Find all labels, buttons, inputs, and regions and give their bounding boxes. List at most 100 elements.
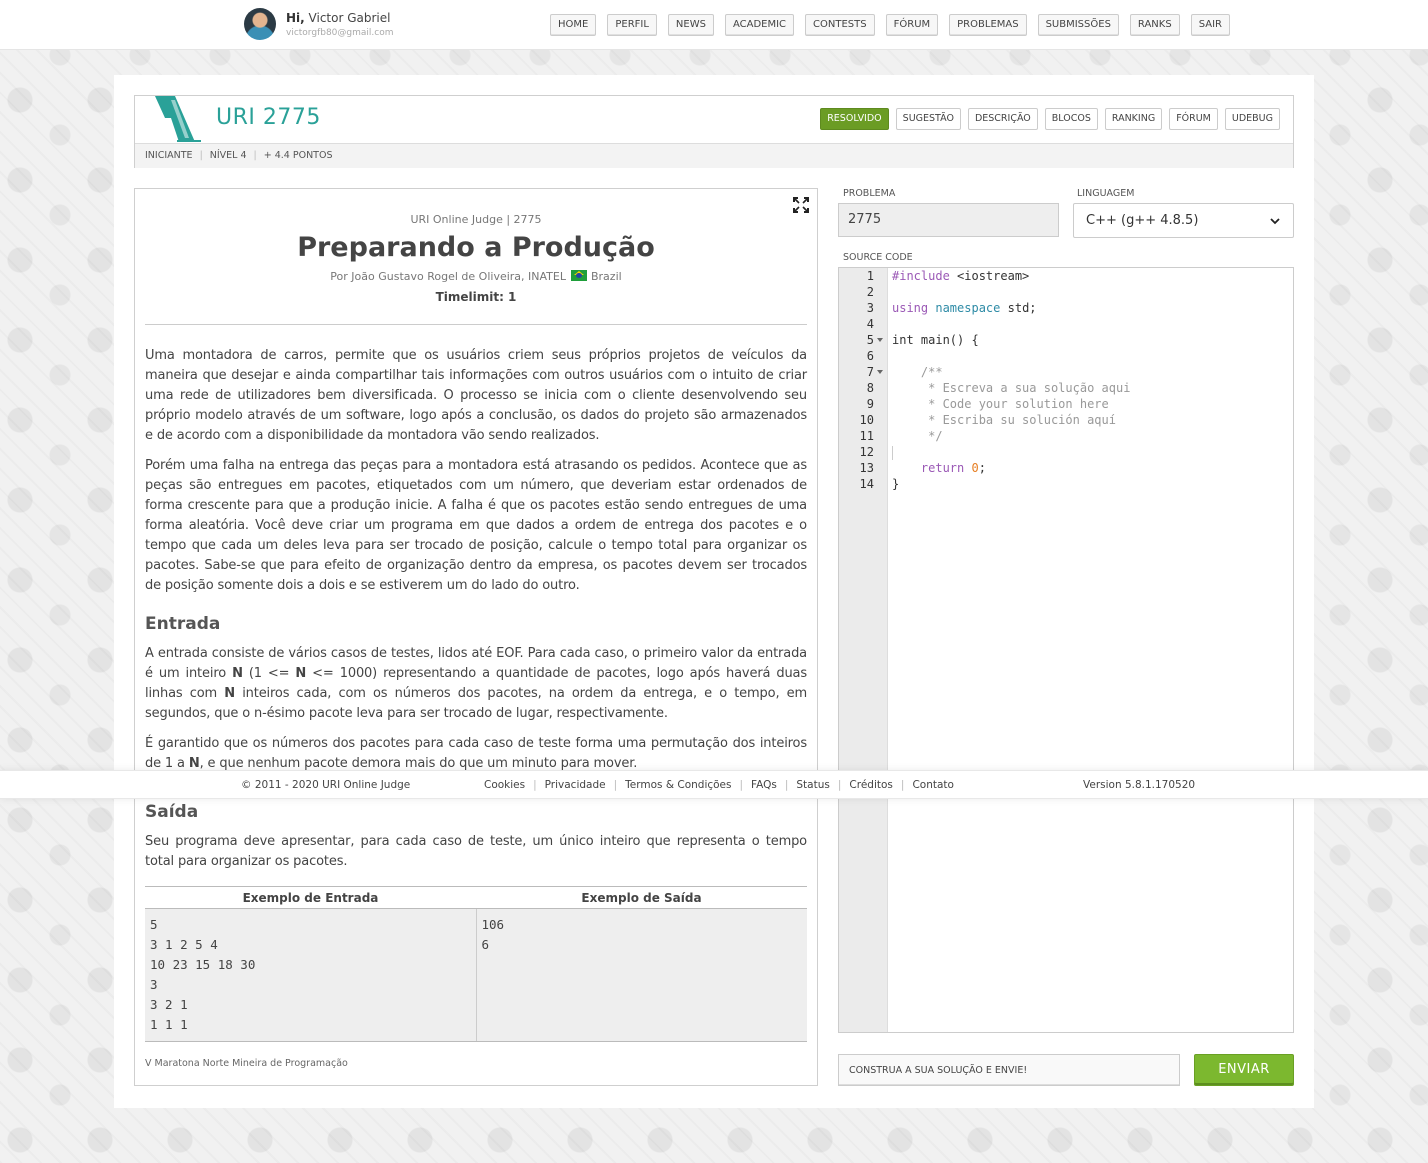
tab-resolvido[interactable]: RESOLVIDO bbox=[820, 108, 889, 130]
tab-blocos[interactable]: BLOCOS bbox=[1044, 108, 1098, 130]
input-heading: Entrada bbox=[145, 614, 221, 634]
nav-perfil[interactable]: PERFIL bbox=[607, 14, 657, 36]
tab-forum[interactable]: FÓRUM bbox=[1169, 108, 1218, 130]
statement-origin: URI Online Judge | 2775 bbox=[410, 213, 542, 226]
fold-arrow-icon[interactable] bbox=[877, 338, 883, 342]
code-line: */ bbox=[892, 429, 943, 443]
avatar[interactable] bbox=[244, 8, 276, 40]
language-value: C++ (g++ 4.8.5) bbox=[1086, 213, 1199, 228]
problem-field[interactable]: 2775 bbox=[838, 203, 1059, 237]
line-number-gutter: 1 2 3 4 5 6 7 8 9 10 11 12 13 14 bbox=[839, 268, 888, 1032]
description-paragraph-1: Uma montadora de carros, permite que os … bbox=[145, 348, 807, 443]
tab-ranking[interactable]: RANKING bbox=[1104, 108, 1163, 130]
copyright: © 2011 - 2020 URI Online Judge bbox=[241, 779, 411, 791]
footer-link-termos[interactable]: Termos & Condições bbox=[625, 771, 731, 800]
level-label: NÍVEL 4 bbox=[209, 150, 247, 161]
fold-arrow-icon[interactable] bbox=[877, 370, 883, 374]
nav-problemas[interactable]: PROBLEMAS bbox=[949, 14, 1027, 36]
tab-descricao[interactable]: DESCRIÇÃO bbox=[967, 108, 1038, 130]
description-paragraph-2: Porém uma falha na entrega das peças par… bbox=[145, 458, 807, 593]
footer-link-status[interactable]: Status bbox=[796, 771, 829, 800]
submit-hint: CONSTRUA A SUA SOLUÇÃO E ENVIE! bbox=[838, 1054, 1180, 1086]
nav-submissoes[interactable]: SUBMISSÕES bbox=[1037, 14, 1119, 36]
footer: © 2011 - 2020 URI Online Judge Cookies | … bbox=[0, 770, 1428, 799]
line-number: 3 bbox=[866, 301, 874, 315]
problem-title: URI 2775 bbox=[216, 105, 321, 130]
nav-ranks[interactable]: RANKS bbox=[1129, 14, 1180, 36]
code-line: } bbox=[892, 477, 900, 491]
statement-title: Preparando a Produção bbox=[297, 232, 655, 263]
line-number: 14 bbox=[859, 477, 874, 491]
line-number: 6 bbox=[866, 349, 874, 363]
footer-link-cookies[interactable]: Cookies bbox=[484, 771, 525, 800]
code-content[interactable]: #include <iostream> using namespace std;… bbox=[892, 268, 1293, 492]
nav-news[interactable]: NEWS bbox=[667, 14, 714, 36]
code-line: int main() { bbox=[892, 333, 979, 347]
code-line: #include <iostream> bbox=[892, 269, 1030, 283]
code-line: using namespace std; bbox=[892, 301, 1037, 315]
footer-link-faqs[interactable]: FAQs bbox=[751, 771, 777, 800]
input-paragraph-1: A entrada consiste de vários casos de te… bbox=[145, 646, 807, 721]
category-label: INICIANTE bbox=[145, 150, 193, 161]
language-select[interactable]: C++ (g++ 4.8.5) bbox=[1073, 203, 1294, 238]
tab-udebug[interactable]: UDEBUG bbox=[1224, 108, 1280, 130]
source-code-label: SOURCE CODE bbox=[843, 252, 913, 263]
code-line: * Escriba su solución aquí bbox=[892, 413, 1116, 427]
main-card: URI 2775 RESOLVIDO SUGESTÃO DESCRIÇÃO BL… bbox=[114, 75, 1314, 1108]
uri-logo-icon bbox=[155, 96, 201, 142]
footer-link-contato[interactable]: Contato bbox=[912, 771, 954, 800]
language-label: LINGUAGEM bbox=[1077, 188, 1135, 199]
line-number: 9 bbox=[866, 397, 874, 411]
version: Version 5.8.1.170520 bbox=[1083, 779, 1196, 791]
fullscreen-icon[interactable] bbox=[793, 197, 809, 213]
country-text: Brazil bbox=[590, 270, 622, 283]
nav-home[interactable]: HOME bbox=[550, 14, 597, 36]
tab-sugestao[interactable]: SUGESTÃO bbox=[895, 108, 961, 130]
line-number: 8 bbox=[866, 381, 874, 395]
top-bar: Hi, Victor Gabriel victorgfb80@gmail.com… bbox=[0, 0, 1428, 50]
footer-link-privacidade[interactable]: Privacidade bbox=[545, 771, 606, 800]
timelimit: Timelimit: 1 bbox=[435, 290, 517, 304]
code-line: * Code your solution here bbox=[892, 397, 1109, 411]
example-input-header: Exemplo de Entrada bbox=[145, 886, 476, 909]
user-name: Hi, Victor Gabriel bbox=[286, 11, 393, 25]
nav-academic[interactable]: ACADEMIC bbox=[724, 14, 795, 36]
footer-links: Cookies | Privacidade | Termos & Condições… bbox=[484, 771, 954, 800]
input-paragraph-2: É garantido que os números dos pacotes p… bbox=[145, 736, 807, 771]
code-line: return 0; bbox=[920, 461, 986, 475]
statement-author: Por João Gustavo Rogel de Oliveira, INAT… bbox=[145, 270, 807, 283]
brazil-flag-icon bbox=[571, 270, 588, 281]
nav-sair[interactable]: SAIR bbox=[1190, 14, 1230, 36]
line-number: 4 bbox=[866, 317, 874, 331]
problem-source: V Maratona Norte Mineira de Programação bbox=[145, 1058, 348, 1069]
problem-tabs: RESOLVIDO SUGESTÃO DESCRIÇÃO BLOCOS RANK… bbox=[813, 108, 1280, 130]
nav-contests[interactable]: CONTESTS bbox=[805, 14, 875, 36]
main-nav: HOME PERFIL NEWS ACADEMIC CONTESTS FÓRUM… bbox=[550, 14, 1241, 36]
line-number: 1 bbox=[866, 269, 874, 283]
send-button[interactable]: ENVIAR bbox=[1194, 1054, 1294, 1086]
line-number: 10 bbox=[859, 413, 874, 427]
example-output-header: Exemplo de Saída bbox=[476, 886, 807, 909]
line-number: 11 bbox=[859, 429, 874, 443]
line-number-foldable[interactable]: 7 bbox=[839, 364, 887, 380]
author-text: Por João Gustavo Rogel de Oliveira, INAT… bbox=[330, 270, 566, 283]
points-label: + 4.4 PONTOS bbox=[263, 150, 333, 161]
example-output: 106 6 bbox=[475, 908, 807, 1042]
problem-meta: INICIANTE | NÍVEL 4 | + 4.4 PONTOS bbox=[135, 143, 1293, 168]
line-number: 13 bbox=[859, 461, 874, 475]
footer-link-creditos[interactable]: Créditos bbox=[849, 771, 892, 800]
divider bbox=[145, 324, 807, 325]
nav-forum[interactable]: FÓRUM bbox=[885, 14, 939, 36]
chevron-down-icon bbox=[1270, 218, 1280, 225]
greeting: Hi, bbox=[286, 11, 305, 25]
examples-table: Exemplo de Entrada Exemplo de Saída 5 3 … bbox=[145, 886, 807, 1042]
code-line: * Escreva a sua solução aqui bbox=[892, 381, 1131, 395]
output-paragraph: Seu programa deve apresentar, para cada … bbox=[145, 834, 807, 869]
example-input: 5 3 1 2 5 4 10 23 15 18 30 3 3 2 1 1 1 1 bbox=[145, 908, 476, 1042]
code-editor[interactable]: 1 2 3 4 5 6 7 8 9 10 11 12 13 14 #includ… bbox=[838, 267, 1294, 1033]
line-number-foldable[interactable]: 5 bbox=[839, 332, 887, 348]
user-name-text: Victor Gabriel bbox=[308, 11, 391, 25]
